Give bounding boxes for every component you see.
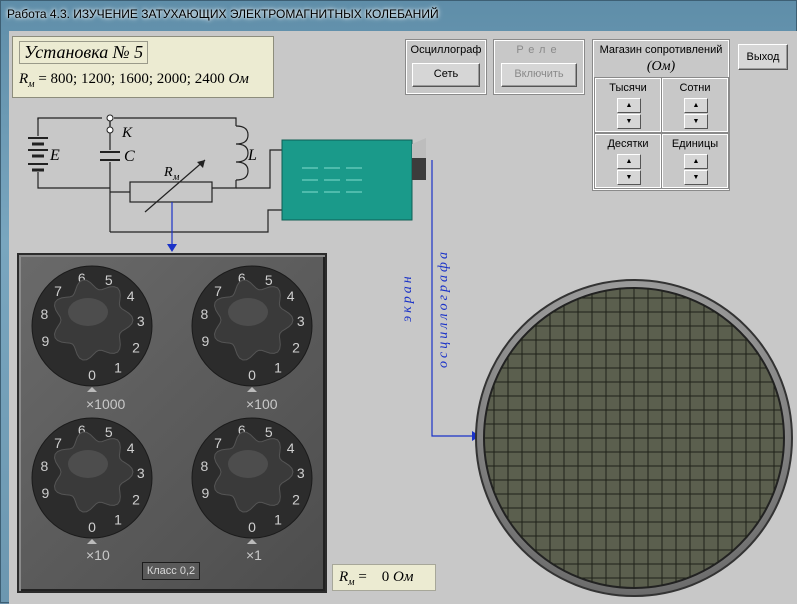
knob-digit: 0	[248, 519, 256, 535]
resistance-reading: Rм = 0 Ом	[332, 564, 436, 591]
knob-digit: 8	[41, 306, 49, 322]
knob-digit: 5	[105, 272, 113, 288]
multiplier-100: ×100	[246, 396, 278, 412]
knob-highlight	[68, 298, 108, 326]
knob-digit: 8	[41, 458, 49, 474]
knob-digit: 8	[201, 306, 209, 322]
knob-digit: 4	[287, 288, 295, 304]
decade-knob-1[interactable]: 0 123456789	[191, 265, 313, 392]
knob-digit: 1	[114, 360, 122, 376]
knob-digit: 7	[54, 435, 62, 451]
knob-digit: 9	[201, 333, 209, 349]
knob-digit: 2	[292, 491, 300, 507]
knob-digit: 9	[41, 485, 49, 501]
knob-highlight	[228, 450, 268, 478]
multiplier-10: ×10	[86, 547, 110, 563]
knob-digit: 9	[41, 333, 49, 349]
knob-digit: 8	[201, 458, 209, 474]
knob-pointer	[87, 539, 97, 544]
knob-digit: 7	[214, 435, 222, 451]
reading-value: 0	[381, 569, 390, 585]
knob-digit: 2	[132, 339, 140, 355]
multiplier-1000: ×1000	[86, 396, 126, 412]
knob-digit: 5	[265, 424, 273, 440]
knob-highlight	[68, 450, 108, 478]
knob-digit: 5	[265, 272, 273, 288]
knob-digit: 3	[297, 465, 305, 481]
knob-digit: 7	[54, 283, 62, 299]
knob-digit: 1	[274, 360, 282, 376]
knob-digit: 0	[88, 519, 96, 535]
knob-digit: 1	[114, 512, 122, 528]
knob-digit: 2	[292, 339, 300, 355]
accuracy-class-label: Класс 0,2	[142, 562, 200, 580]
knob-digit: 2	[132, 491, 140, 507]
knob-digit: 3	[297, 313, 305, 329]
knob-digit: 5	[105, 424, 113, 440]
knob-digit: 4	[127, 288, 135, 304]
knob-pointer	[87, 387, 97, 392]
knob-digit: 3	[137, 313, 145, 329]
multiplier-1: ×1	[246, 547, 262, 563]
knob-digit: 3	[137, 465, 145, 481]
knob-digit: 4	[127, 440, 135, 456]
knob-digit: 0	[248, 367, 256, 383]
knob-pointer	[247, 387, 257, 392]
knob-digit: 9	[201, 485, 209, 501]
knob-digit: 4	[287, 440, 295, 456]
decade-knobs: 0 1234567890 1234567890 1234567890 123456789	[31, 265, 313, 544]
decade-knob-3[interactable]: 0 123456789	[191, 417, 313, 544]
knob-digit: 1	[274, 512, 282, 528]
knob-pointer	[247, 539, 257, 544]
knob-highlight	[228, 298, 268, 326]
knob-digit: 0	[88, 367, 96, 383]
decade-knob-0[interactable]: 0 123456789	[31, 265, 153, 392]
knob-digit: 7	[214, 283, 222, 299]
decade-knob-2[interactable]: 0 123456789	[31, 417, 153, 544]
